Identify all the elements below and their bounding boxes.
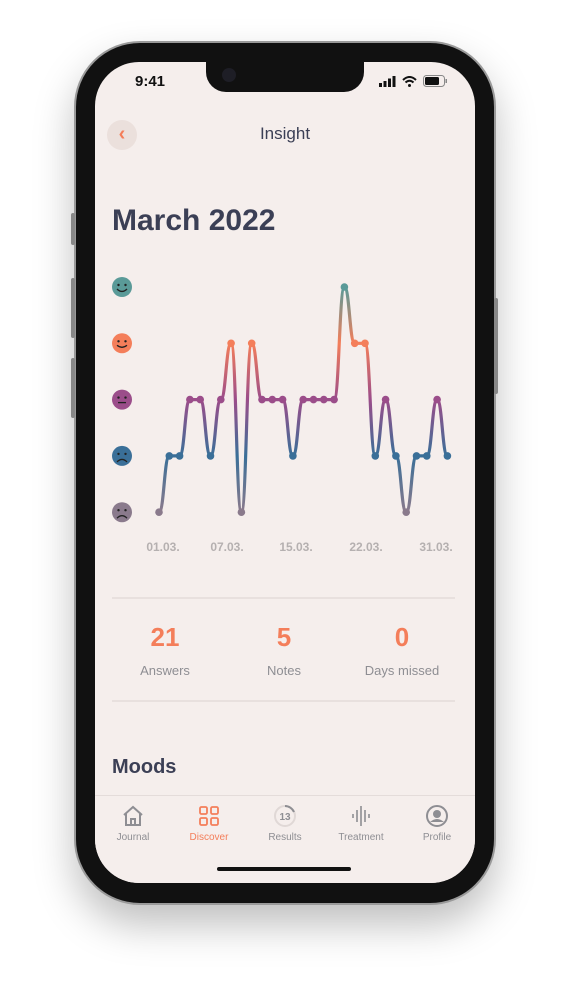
stat-label: Answers — [140, 663, 190, 678]
data-point — [155, 508, 163, 516]
tab-discover[interactable]: Discover — [171, 804, 247, 843]
data-point — [278, 395, 287, 404]
waveform-icon — [352, 806, 370, 826]
data-point — [237, 508, 246, 516]
data-point — [299, 395, 307, 404]
mood-face-great-icon — [112, 277, 132, 297]
tab-journal[interactable]: Journal — [95, 804, 171, 843]
tab-label: Treatment — [338, 832, 384, 843]
data-point — [289, 452, 297, 460]
data-point — [227, 339, 235, 348]
stat-notes: 5 Notes — [224, 622, 344, 678]
screen: 9:41 ‹ Insight March 2022 01.03. 07.03. 15… — [95, 62, 475, 883]
divider — [112, 700, 455, 702]
data-point — [320, 395, 328, 404]
tab-profile[interactable]: Profile — [399, 804, 475, 843]
tab-results[interactable]: 13 Results — [247, 804, 323, 843]
stat-answers: 21 Answers — [105, 622, 225, 678]
volume-up-button — [71, 278, 75, 338]
x-tick-label: 22.03. — [349, 540, 382, 554]
mute-switch — [71, 213, 75, 245]
signal-icon — [379, 75, 396, 87]
results-badge: 13 — [279, 812, 291, 823]
data-point — [350, 339, 359, 348]
data-point — [330, 395, 338, 404]
stat-value: 5 — [276, 622, 292, 652]
tab-label: Profile — [422, 832, 452, 843]
home-indicator[interactable] — [217, 867, 351, 871]
battery-icon — [423, 75, 447, 87]
divider — [112, 597, 455, 599]
data-point — [268, 395, 277, 404]
data-point — [340, 283, 349, 291]
user-circle-icon — [426, 805, 448, 827]
stat-label: Days missed — [364, 663, 440, 678]
grid-icon — [199, 806, 219, 826]
x-tick-label: 31.03. — [419, 540, 452, 554]
data-point — [258, 395, 266, 404]
home-icon — [123, 805, 143, 826]
data-point — [392, 452, 400, 460]
camera — [222, 68, 236, 82]
data-point — [196, 395, 204, 404]
data-point — [206, 452, 215, 460]
x-tick-label: 07.03. — [210, 540, 243, 554]
data-point — [443, 452, 452, 460]
status-time: 9:41 — [135, 73, 166, 90]
data-point — [361, 339, 369, 348]
tab-label: Results — [268, 832, 302, 843]
x-tick-label: 15.03. — [279, 540, 312, 554]
data-point — [175, 452, 184, 460]
data-point — [217, 395, 225, 404]
data-point — [381, 395, 390, 404]
data-point — [412, 452, 421, 460]
progress-ring-icon: 13 — [274, 805, 296, 827]
mood-face-good-icon — [112, 333, 132, 354]
data-point — [165, 452, 174, 460]
tab-label: Journal — [116, 832, 150, 843]
data-point — [433, 395, 441, 404]
tab-label: Discover — [189, 832, 229, 843]
moods-heading: Moods — [112, 756, 177, 778]
mood-chart: 01.03. 07.03. 15.03. 22.03. 31.03. — [112, 277, 453, 554]
stat-days-missed: 0 Days missed — [342, 622, 462, 678]
data-point — [309, 395, 318, 404]
month-title: March 2022 — [112, 204, 276, 237]
mood-face-meh-icon — [112, 389, 132, 410]
stat-value: 21 — [150, 622, 180, 652]
data-point — [247, 339, 256, 348]
notch — [206, 62, 364, 92]
stat-label: Notes — [267, 663, 301, 678]
stat-value: 0 — [394, 622, 410, 652]
data-point — [371, 452, 380, 460]
power-button — [494, 298, 498, 394]
mood-face-awful-icon — [112, 502, 132, 523]
x-tick-label: 01.03. — [146, 540, 179, 554]
status-icons — [379, 75, 447, 87]
mood-face-bad-icon — [112, 445, 132, 466]
data-point — [423, 452, 431, 460]
data-point — [186, 395, 194, 404]
volume-down-button — [71, 358, 75, 418]
tab-treatment[interactable]: Treatment — [323, 804, 399, 843]
page-title: Insight — [259, 124, 311, 143]
data-point — [402, 508, 411, 516]
wifi-icon — [402, 75, 417, 87]
